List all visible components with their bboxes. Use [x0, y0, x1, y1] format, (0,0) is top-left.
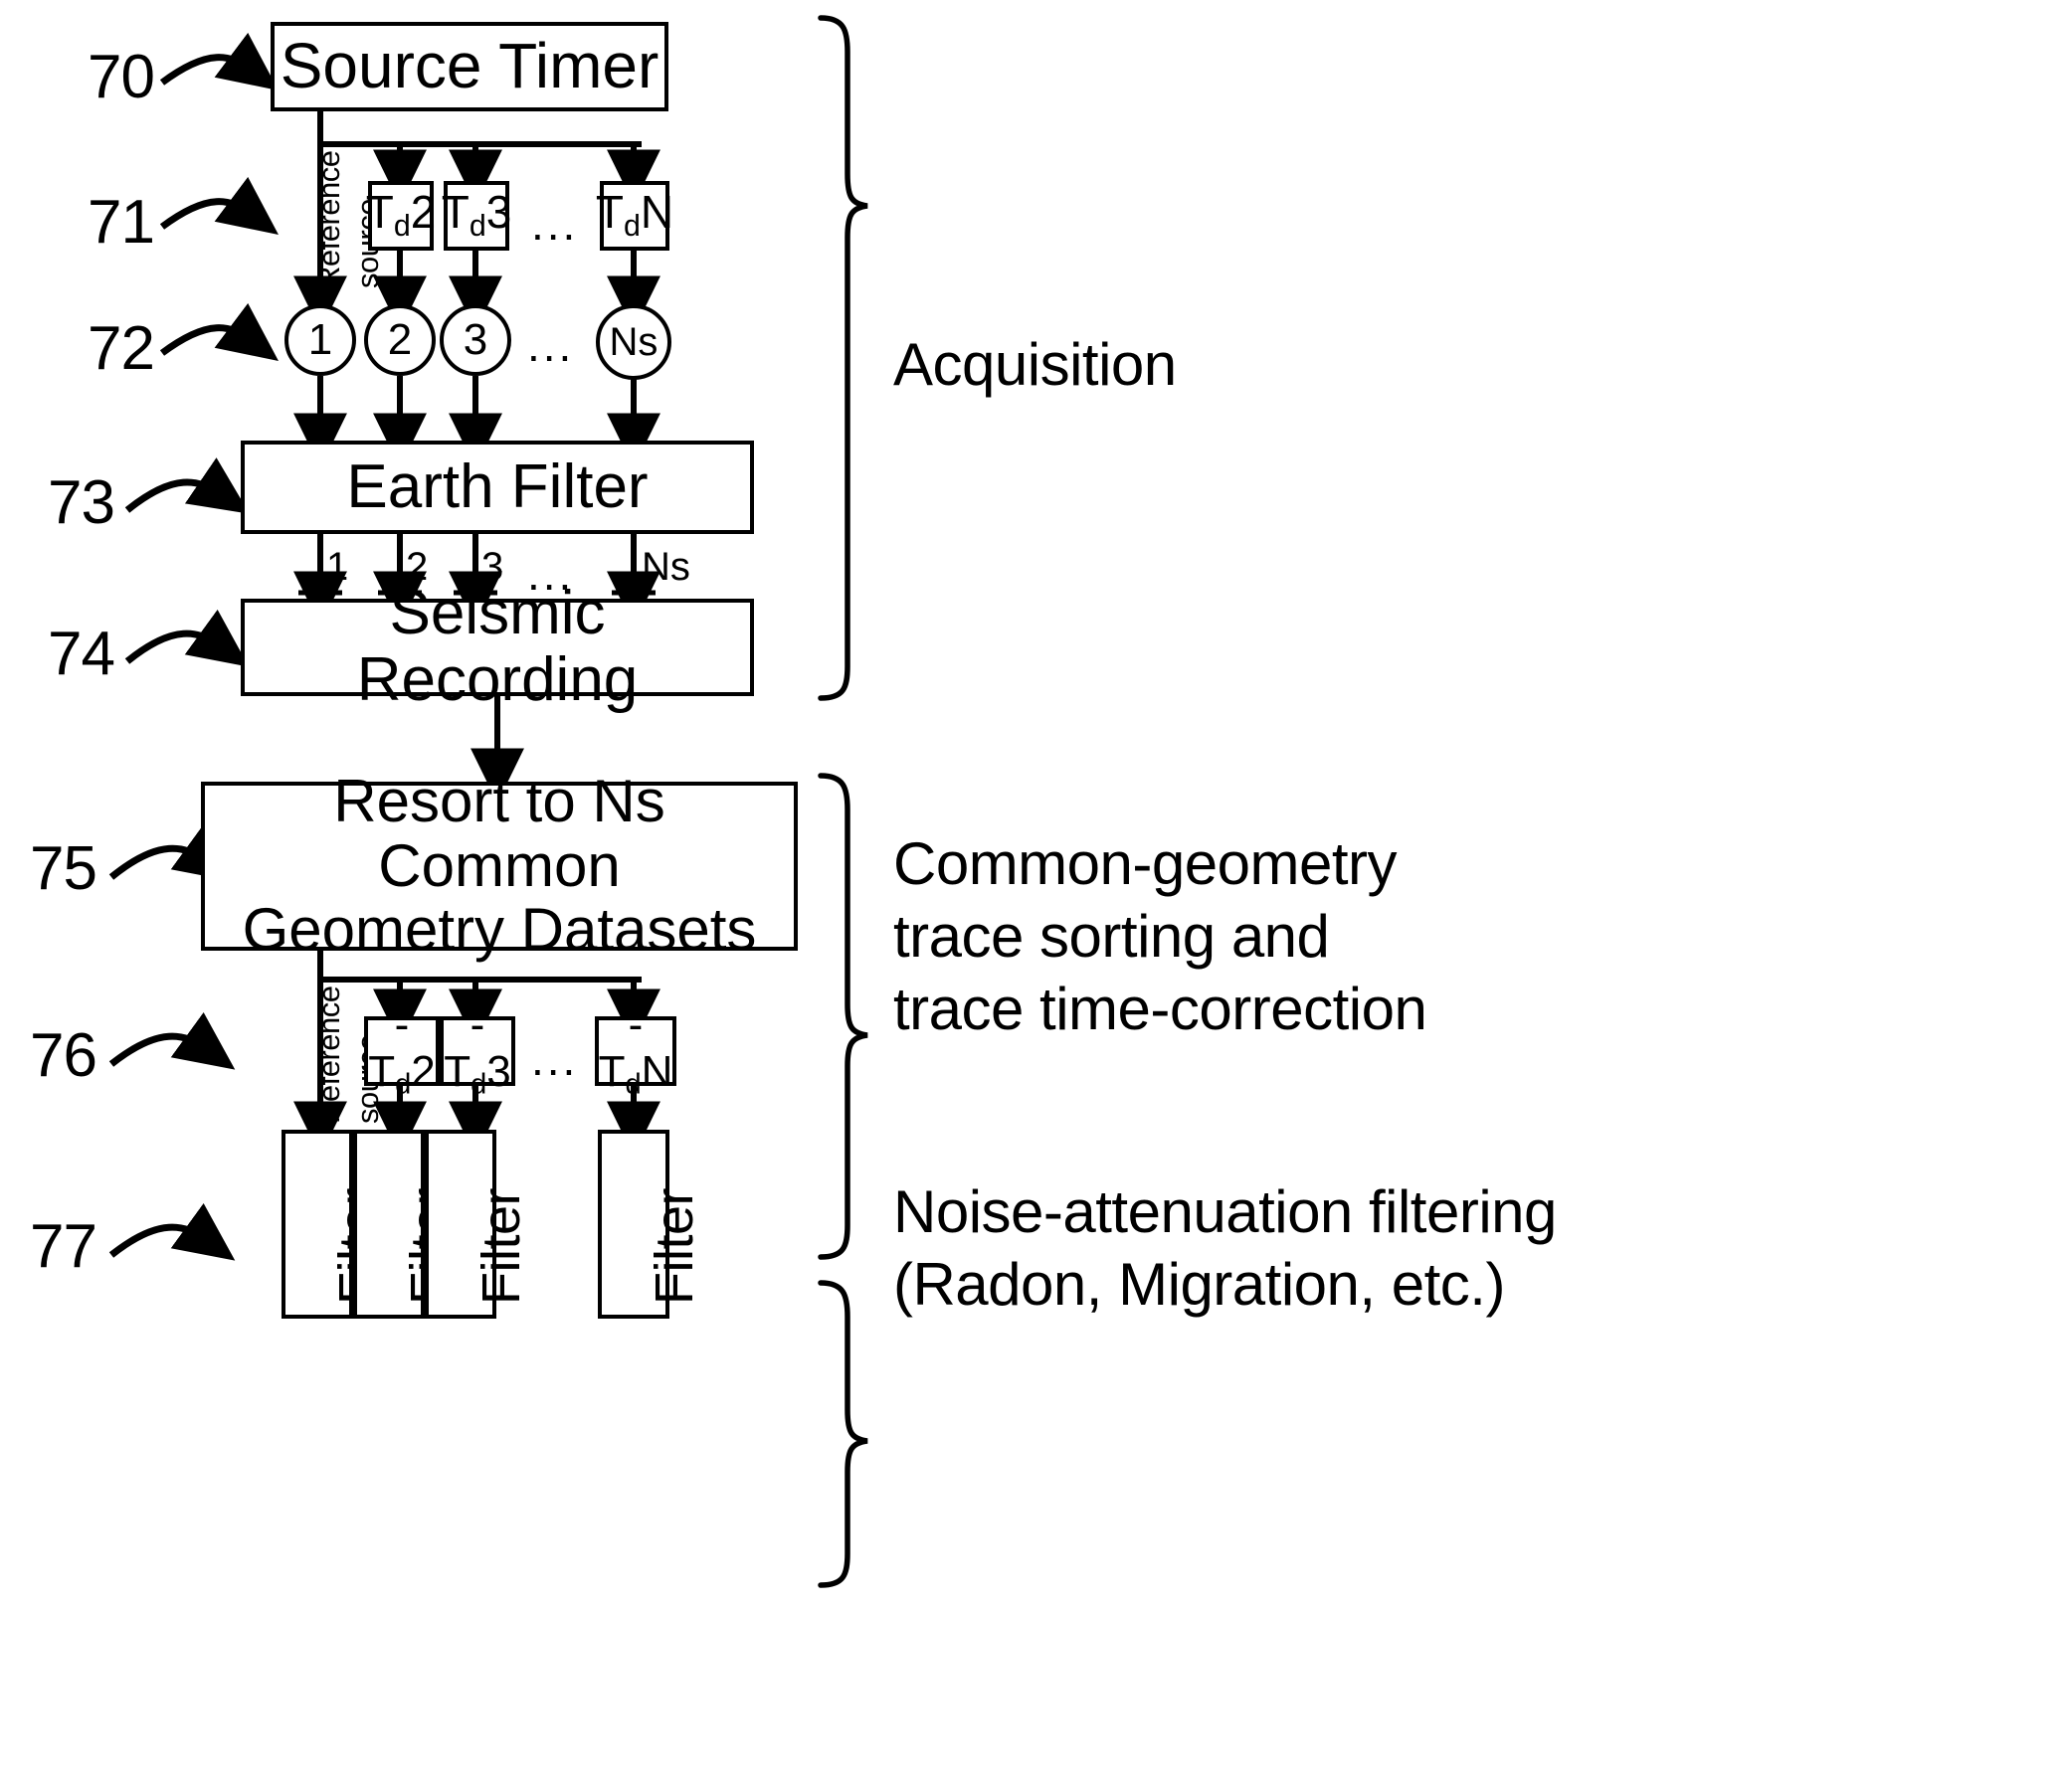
- reference-numeral-70: 70: [88, 43, 155, 111]
- filter-box-1[interactable]: Filter: [282, 1130, 388, 1319]
- filter-box-4[interactable]: Filter: [598, 1130, 704, 1319]
- reference-numeral-74: 74: [48, 620, 115, 688]
- earth-filter-box[interactable]: Earth Filter: [241, 441, 754, 534]
- filter-box-2[interactable]: Filter: [353, 1130, 460, 1319]
- source-timer-label: Source Timer: [280, 30, 659, 102]
- filter-box-4-label: Filter: [645, 1188, 704, 1305]
- delay-box-tdn[interactable]: TdN: [596, 181, 673, 251]
- leader-77: [108, 1202, 236, 1261]
- neg-delay-box-td3[interactable]: -Td3: [440, 1000, 515, 1101]
- brace-noise: [818, 1280, 868, 1588]
- reference-numeral-76: 76: [30, 1021, 97, 1090]
- neg-delay-row-ellipsis: ...: [531, 1033, 579, 1085]
- reference-numeral-72: 72: [88, 314, 155, 383]
- reference-source-label-upper-line1: Reference: [311, 150, 346, 288]
- source-circle-3-label: 3: [463, 315, 488, 364]
- reference-source-label-lower-line1: Reference: [311, 986, 346, 1124]
- stage-label-acquisition: Acquisition: [893, 331, 1177, 398]
- leader-70: [159, 32, 280, 90]
- leader-76: [108, 1011, 236, 1070]
- neg-delay-box-td3-label: -Td3: [444, 999, 511, 1101]
- source-circle-2[interactable]: 2: [364, 304, 436, 376]
- reference-numeral-73: 73: [48, 468, 115, 537]
- delay-box-td2-label: Td2: [365, 186, 437, 244]
- source-circle-ns-label: Ns: [609, 319, 659, 364]
- source-circle-1[interactable]: 1: [284, 304, 356, 376]
- resort-box[interactable]: Resort to Ns Common Geometry Datasets: [201, 769, 798, 962]
- leader-72: [159, 302, 280, 361]
- source-circle-2-label: 2: [387, 315, 413, 364]
- delay-box-td3[interactable]: Td3: [441, 181, 512, 251]
- stage-label-noise-attenuation: Noise-attenuation filtering (Radon, Migr…: [893, 1178, 1557, 1319]
- reference-numeral-77: 77: [30, 1212, 97, 1281]
- brace-sorting: [818, 773, 868, 1260]
- leader-73: [124, 457, 250, 514]
- reference-numeral-71: 71: [88, 188, 155, 257]
- delay-box-td2[interactable]: Td2: [365, 181, 437, 251]
- source-circle-1-label: 1: [307, 315, 333, 364]
- resort-label: Resort to Ns Common Geometry Datasets: [242, 767, 757, 964]
- filter-box-3[interactable]: Filter: [425, 1130, 531, 1319]
- reference-numeral-75: 75: [30, 834, 97, 903]
- seismic-recording-label: Seismic Recording: [356, 579, 639, 714]
- neg-delay-box-td2-label: -Td2: [368, 999, 436, 1101]
- seismic-recording-box[interactable]: Seismic Recording: [241, 580, 754, 713]
- leader-75: [108, 823, 236, 882]
- diagram-canvas: 70 71 72 73 74 75 76 77 Source Timer Ref…: [0, 0, 2071, 1792]
- leader-71: [159, 176, 280, 235]
- source-circle-row-ellipsis: ...: [527, 319, 575, 371]
- source-circle-3[interactable]: 3: [440, 304, 511, 376]
- brace-acquisition: [818, 15, 868, 701]
- stage-label-sorting: Common-geometry trace sorting and trace …: [893, 830, 1427, 1043]
- source-circle-ns[interactable]: Ns: [596, 304, 671, 380]
- leader-74: [124, 609, 250, 667]
- neg-delay-box-td2[interactable]: -Td2: [364, 1000, 440, 1101]
- filter-box-3-label: Filter: [471, 1188, 531, 1305]
- delay-box-td3-label: Td3: [441, 186, 512, 244]
- earth-filter-label: Earth Filter: [346, 451, 649, 521]
- neg-delay-box-tdn[interactable]: -TdN: [595, 1000, 676, 1101]
- delay-box-tdn-label: TdN: [595, 186, 674, 244]
- neg-delay-box-tdn-label: -TdN: [598, 999, 673, 1101]
- delay-row-ellipsis: ...: [531, 198, 579, 250]
- source-timer-box[interactable]: Source Timer: [271, 22, 668, 111]
